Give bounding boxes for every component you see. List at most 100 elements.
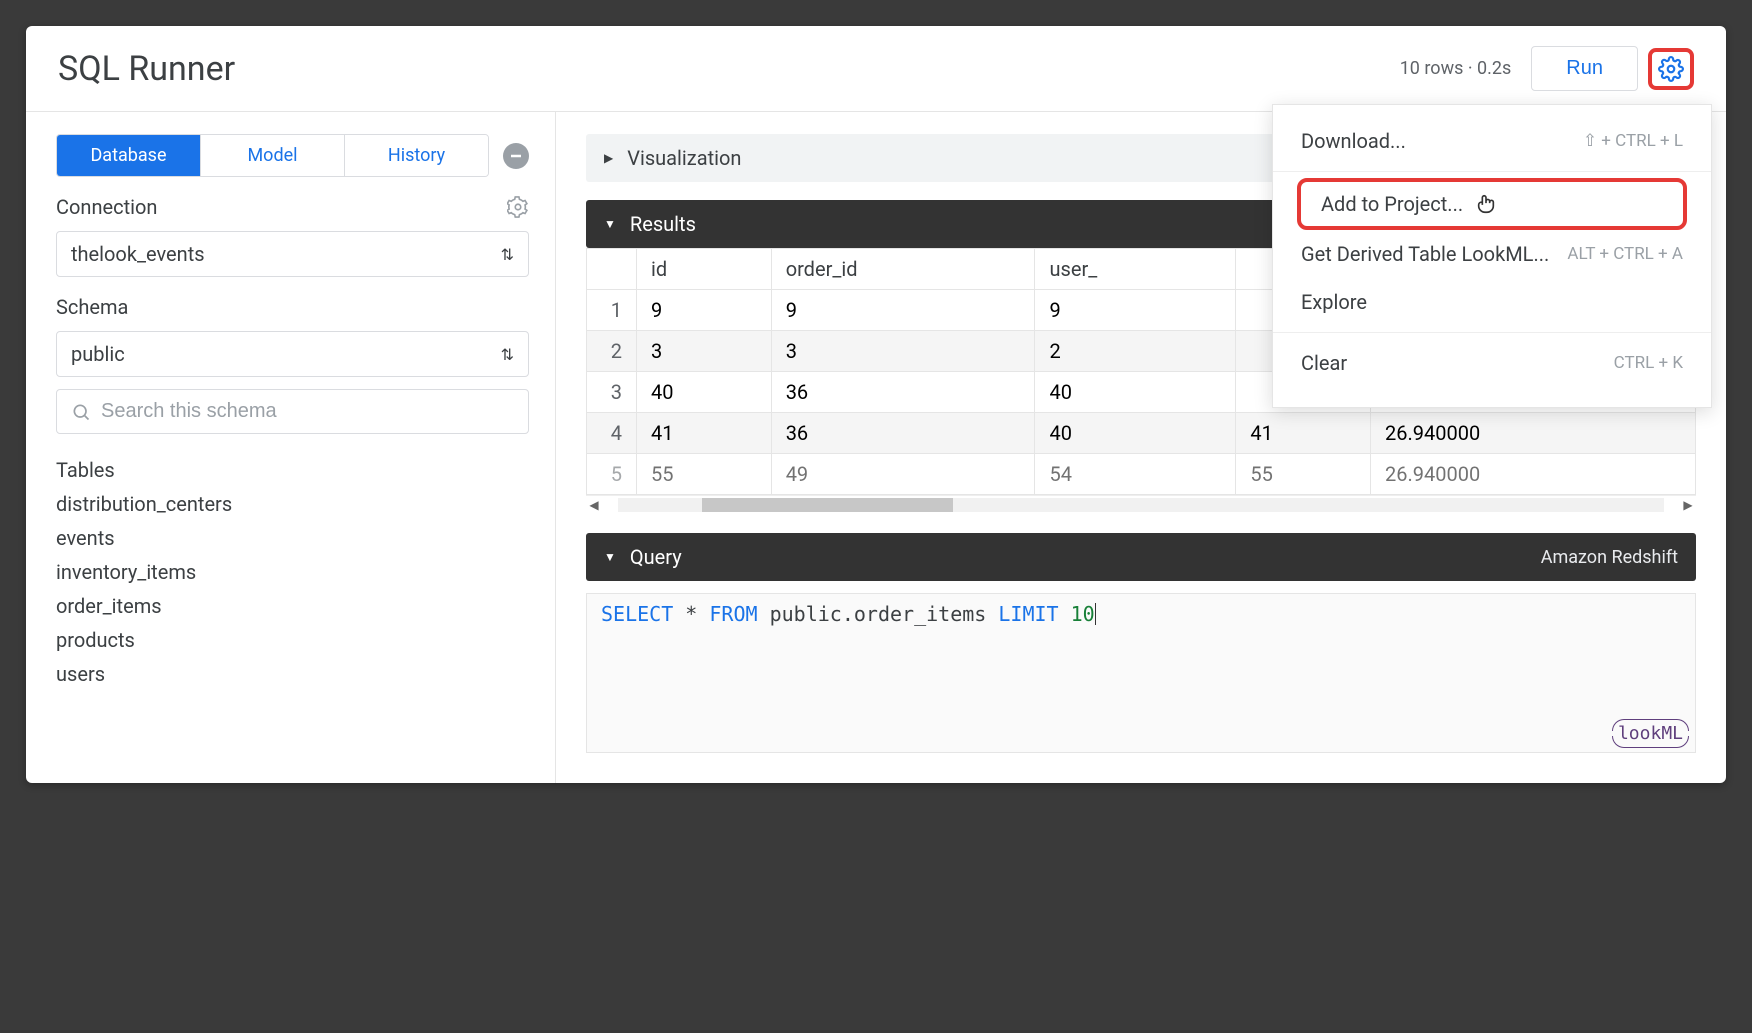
- sql-editor[interactable]: SELECT * FROM public.order_items LIMIT 1…: [586, 593, 1696, 753]
- tables-label: Tables: [56, 458, 529, 482]
- sql-body: public.order_items: [758, 602, 999, 626]
- scrollbar-track[interactable]: [618, 498, 1664, 512]
- menu-add-to-project[interactable]: Add to Project...: [1297, 178, 1687, 230]
- sidebar: Database Model History Connection theloo…: [26, 112, 556, 783]
- table-item-users[interactable]: users: [56, 660, 529, 688]
- sql-limit-num: 10: [1071, 602, 1095, 626]
- table-item-order-items[interactable]: order_items: [56, 592, 529, 620]
- cell: 40: [637, 372, 772, 413]
- menu-divider: [1273, 171, 1711, 172]
- cell: 55: [637, 454, 772, 495]
- cell: 49: [771, 454, 1035, 495]
- results-label: Results: [630, 212, 696, 236]
- page-title: SQL Runner: [58, 49, 1400, 89]
- sidebar-tabs: Database Model History: [56, 134, 489, 177]
- header-row-index: [587, 249, 637, 290]
- cell: 40: [1035, 413, 1236, 454]
- schema-search[interactable]: [56, 389, 529, 434]
- sql-sp: [1059, 602, 1071, 626]
- menu-divider-2: [1273, 332, 1711, 333]
- gear-icon: [1658, 56, 1684, 82]
- cell: 36: [771, 413, 1035, 454]
- menu-get-lookml-shortcut: ALT + CTRL + A: [1567, 244, 1683, 264]
- scroll-left-icon[interactable]: ◀: [586, 498, 602, 512]
- cell: 3: [771, 331, 1035, 372]
- menu-get-lookml-label: Get Derived Table LookML...: [1301, 242, 1567, 266]
- table-row[interactable]: 4 41 36 40 41 26.940000: [587, 413, 1696, 454]
- main-panel: ▶ Visualization ▼ Results id order_id: [556, 112, 1726, 783]
- sidebar-tabs-row: Database Model History: [56, 134, 529, 177]
- query-panel: ▼ Query Amazon Redshift SELECT * FROM pu…: [586, 533, 1696, 753]
- menu-download[interactable]: Download... ⇧ + CTRL + L: [1273, 117, 1711, 165]
- app-window: SQL Runner 10 rows · 0.2s Run Database M…: [26, 26, 1726, 783]
- schema-value: public: [71, 342, 501, 366]
- column-header-user[interactable]: user_: [1035, 249, 1236, 290]
- logo-arc-bottom: [1612, 736, 1689, 748]
- row-index: 1: [587, 290, 637, 331]
- cell: 3: [637, 331, 772, 372]
- menu-clear[interactable]: Clear CTRL + K: [1273, 339, 1711, 387]
- table-row[interactable]: 5 55 49 54 55 26.940000: [587, 454, 1696, 495]
- menu-clear-label: Clear: [1301, 351, 1614, 375]
- connection-value: thelook_events: [71, 242, 501, 266]
- tab-database[interactable]: Database: [57, 135, 201, 176]
- cell: 41: [637, 413, 772, 454]
- schema-select[interactable]: public ⇅: [56, 331, 529, 377]
- menu-get-lookml[interactable]: Get Derived Table LookML... ALT + CTRL +…: [1273, 230, 1711, 278]
- menu-clear-shortcut: CTRL + K: [1614, 353, 1683, 373]
- body: Database Model History Connection theloo…: [26, 112, 1726, 783]
- connection-field-row: Connection: [56, 195, 529, 219]
- menu-add-to-project-label: Add to Project...: [1321, 192, 1463, 216]
- minus-icon: [509, 149, 523, 163]
- kw-select: SELECT: [601, 602, 673, 626]
- db-engine-label: Amazon Redshift: [1541, 547, 1678, 568]
- chevron-down-icon: ▼: [604, 217, 616, 231]
- connection-settings-icon[interactable]: [507, 196, 529, 218]
- scroll-right-icon[interactable]: ▶: [1680, 498, 1696, 512]
- cell: 40: [1035, 372, 1236, 413]
- sql-star: *: [673, 602, 709, 626]
- menu-explore-label: Explore: [1301, 290, 1683, 314]
- lookml-logo: lookML: [1618, 723, 1683, 744]
- table-item-inventory-items[interactable]: inventory_items: [56, 558, 529, 586]
- tables-list: distribution_centers events inventory_it…: [56, 490, 529, 688]
- search-icon: [71, 402, 91, 422]
- tab-model[interactable]: Model: [201, 135, 345, 176]
- menu-explore[interactable]: Explore: [1273, 278, 1711, 326]
- logo-arc-top: [1612, 719, 1689, 731]
- topbar: SQL Runner 10 rows · 0.2s Run: [26, 26, 1726, 112]
- updown-icon-2: ⇅: [501, 345, 514, 364]
- connection-label: Connection: [56, 195, 507, 219]
- kw-limit: LIMIT: [998, 602, 1058, 626]
- table-item-events[interactable]: events: [56, 524, 529, 552]
- column-header-order-id[interactable]: order_id: [771, 249, 1035, 290]
- schema-search-input[interactable]: [101, 400, 514, 423]
- cell: 41: [1236, 413, 1371, 454]
- menu-download-label: Download...: [1301, 129, 1583, 153]
- horizontal-scrollbar[interactable]: ◀ ▶: [586, 495, 1696, 513]
- settings-button[interactable]: [1648, 48, 1694, 90]
- table-item-products[interactable]: products: [56, 626, 529, 654]
- table-item-distribution-centers[interactable]: distribution_centers: [56, 490, 529, 518]
- query-panel-header[interactable]: ▼ Query Amazon Redshift: [586, 533, 1696, 581]
- kw-from: FROM: [709, 602, 757, 626]
- cell: 55: [1236, 454, 1371, 495]
- collapse-sidebar-button[interactable]: [503, 143, 529, 169]
- run-button[interactable]: Run: [1531, 46, 1638, 91]
- scrollbar-thumb[interactable]: [702, 498, 953, 512]
- connection-select[interactable]: thelook_events ⇅: [56, 231, 529, 277]
- tab-history[interactable]: History: [345, 135, 488, 176]
- row-index: 3: [587, 372, 637, 413]
- query-label: Query: [630, 545, 682, 569]
- schema-field-row: Schema: [56, 295, 529, 319]
- pointer-icon: [1475, 193, 1497, 215]
- run-stats: 10 rows · 0.2s: [1400, 58, 1512, 79]
- row-index: 4: [587, 413, 637, 454]
- cell: 54: [1035, 454, 1236, 495]
- cell: 2: [1035, 331, 1236, 372]
- cell: 36: [771, 372, 1035, 413]
- column-header-id[interactable]: id: [637, 249, 772, 290]
- visualization-label: Visualization: [627, 146, 741, 170]
- settings-dropdown: Download... ⇧ + CTRL + L Add to Project.…: [1272, 104, 1712, 408]
- cell: 26.940000: [1371, 413, 1696, 454]
